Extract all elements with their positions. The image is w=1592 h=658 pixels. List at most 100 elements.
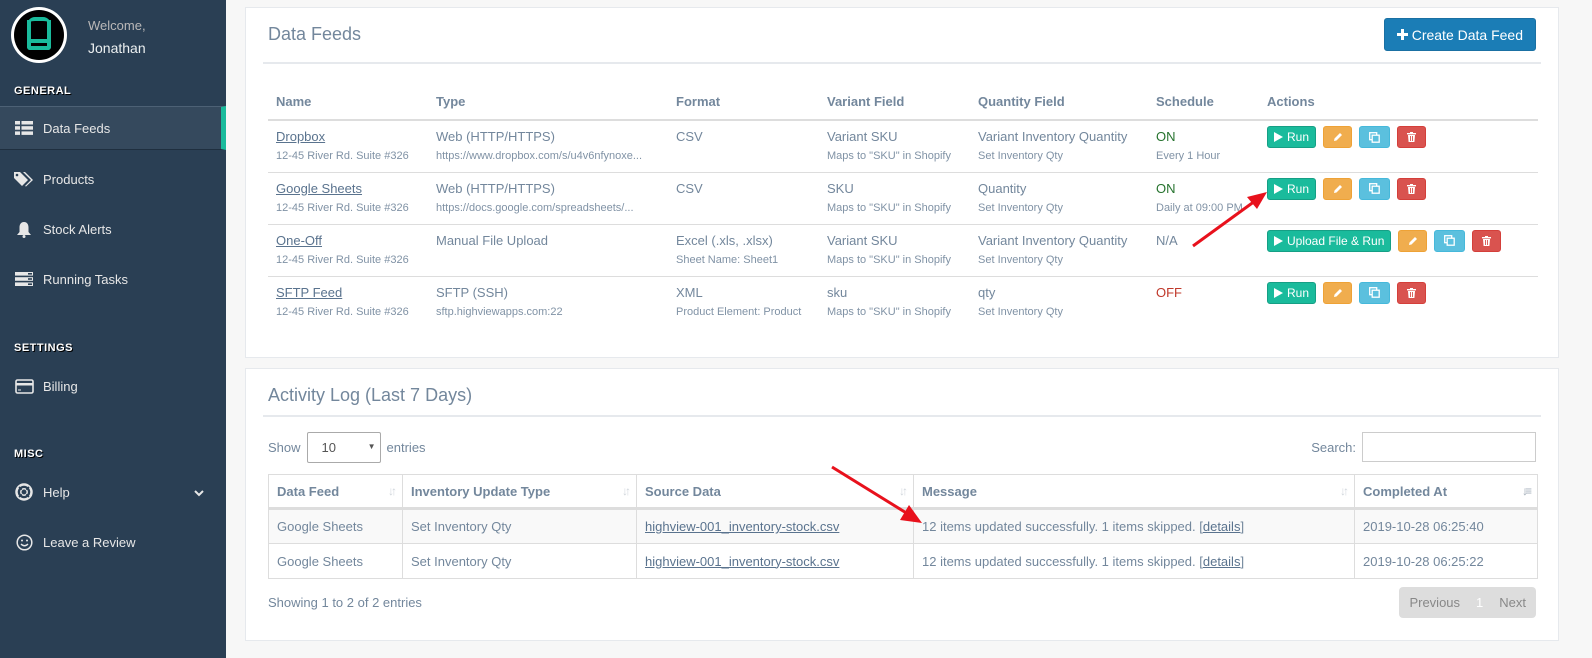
run-label: Run — [1287, 181, 1310, 196]
sidebar-item-label: Data Feeds — [43, 120, 111, 136]
sidebar-item-label: Help — [43, 484, 70, 500]
variant-field: Variant SKU — [827, 129, 898, 144]
column-header-update-type[interactable]: Inventory Update Type ↓↑ — [402, 474, 637, 510]
feed-address: 12-45 River Rd. Suite #326 — [276, 201, 409, 214]
cell-update-type: Set Inventory Qty — [402, 543, 637, 579]
entries-label: entries — [386, 440, 426, 455]
cell-format: XML Product Element: Product — [668, 276, 819, 328]
duplicate-button[interactable] — [1359, 177, 1391, 200]
sidebar-item-billing[interactable]: Billing — [0, 364, 226, 408]
column-header-message[interactable]: Message ↓↑ — [913, 474, 1355, 510]
column-header-data-feed[interactable]: Data Feed ↓↑ — [268, 474, 403, 510]
cell-format: CSV — [668, 172, 819, 225]
delete-button[interactable] — [1397, 177, 1427, 200]
quantity-field: Variant Inventory Quantity — [978, 232, 1128, 248]
cell-actions: Run — [1259, 276, 1538, 328]
data-feeds-panel: Data Feeds Create Data Feed Name Type Fo… — [245, 7, 1559, 358]
schedule-status: OFF — [1156, 284, 1182, 300]
variant-field: SKU — [827, 180, 854, 196]
duplicate-button[interactable] — [1359, 281, 1391, 304]
play-icon — [1274, 287, 1283, 298]
run-button[interactable]: Run — [1267, 177, 1317, 200]
search-label: Search: — [1311, 439, 1356, 455]
username: Jonathan — [88, 40, 146, 56]
page-1-button[interactable]: 1 — [1476, 595, 1483, 610]
showing-entries-text: Showing 1 to 2 of 2 entries — [268, 595, 422, 610]
run-button[interactable]: Run — [1267, 126, 1317, 148]
feed-name-link[interactable]: Google Sheets — [276, 180, 420, 197]
cell-name: Dropbox 12-45 River Rd. Suite #326 — [268, 120, 428, 173]
sidebar: Welcome, Jonathan GENERAL Data Feeds Pro… — [0, 0, 226, 658]
edit-button[interactable] — [1323, 281, 1353, 304]
sort-desc-icon: ↓≡ — [1521, 484, 1532, 498]
chevron-down-icon[interactable] — [194, 485, 204, 500]
caret-down-icon: ▼ — [367, 442, 376, 451]
sidebar-item-products[interactable]: Products — [0, 157, 226, 201]
column-header-completed-at[interactable]: Completed At ↓≡ — [1354, 474, 1538, 510]
feed-format: XML — [676, 284, 703, 300]
pencil-icon — [1333, 132, 1343, 142]
sidebar-item-leave-review[interactable]: Leave a Review — [0, 520, 226, 564]
trash-icon — [1482, 235, 1492, 246]
feed-type-detail: https://docs.google.com/spreadsheets/... — [436, 201, 634, 214]
create-data-feed-button[interactable]: Create Data Feed — [1383, 18, 1536, 51]
feed-type-detail: https://www.dropbox.com/s/u4v6nfynoxe... — [436, 150, 643, 162]
column-label: Message — [922, 483, 977, 499]
variant-field: sku — [827, 284, 848, 300]
next-button[interactable]: Next — [1499, 595, 1526, 610]
bell-icon — [14, 221, 34, 238]
sidebar-item-help[interactable]: Help — [0, 470, 226, 514]
source-file-link[interactable]: highview-001_inventory-stock.csv — [645, 519, 839, 534]
duplicate-button[interactable] — [1434, 229, 1466, 252]
edit-button[interactable] — [1398, 229, 1428, 252]
copy-icon — [1369, 287, 1380, 298]
delete-button[interactable] — [1472, 229, 1502, 252]
sidebar-item-label: Products — [43, 171, 95, 187]
row-actions: Run — [1267, 281, 1530, 304]
edit-button[interactable] — [1323, 177, 1353, 200]
search-input[interactable] — [1362, 432, 1536, 462]
delete-button[interactable] — [1397, 126, 1427, 148]
feed-name-link[interactable]: SFTP Feed — [276, 284, 420, 301]
details-link[interactable]: details — [1203, 554, 1241, 569]
run-button[interactable]: Run — [1267, 281, 1317, 304]
cell-name: Google Sheets 12-45 River Rd. Suite #326 — [268, 172, 428, 225]
cell-type: SFTP (SSH) sftp.highviewapps.com:22 — [428, 276, 668, 328]
sidebar-item-stock-alerts[interactable]: Stock Alerts — [0, 207, 226, 251]
delete-button[interactable] — [1397, 281, 1427, 304]
sidebar-item-running-tasks[interactable]: Running Tasks — [0, 257, 226, 301]
previous-button[interactable]: Previous — [1409, 595, 1460, 610]
feed-format: CSV — [676, 129, 703, 144]
cell-quantity: qty Set Inventory Qty — [970, 276, 1148, 328]
duplicate-button[interactable] — [1359, 126, 1391, 148]
activity-log-panel: Activity Log (Last 7 Days) Show 10 ▼ ent… — [245, 368, 1559, 641]
column-header-source-data[interactable]: Source Data ↓↑ — [636, 474, 914, 510]
sidebar-item-label: Leave a Review — [43, 534, 136, 550]
table-row: Google Sheets 12-45 River Rd. Suite #326… — [268, 172, 1538, 225]
cell-actions: Run — [1259, 172, 1538, 225]
feed-format: CSV — [676, 180, 703, 196]
details-link[interactable]: details — [1203, 519, 1241, 534]
cell-type: Manual File Upload — [428, 224, 668, 277]
cell-data-feed: Google Sheets — [268, 508, 403, 544]
cell-schedule: N/A — [1148, 224, 1259, 277]
run-label: Upload File & Run — [1287, 233, 1385, 248]
edit-button[interactable] — [1323, 126, 1353, 148]
feed-name-link[interactable]: One-Off — [276, 232, 420, 249]
run-button[interactable]: Upload File & Run — [1267, 229, 1392, 252]
cell-name: SFTP Feed 12-45 River Rd. Suite #326 — [268, 276, 428, 328]
page-size-select[interactable]: 10 ▼ — [306, 432, 381, 463]
create-data-feed-label: Create Data Feed — [1411, 26, 1523, 43]
source-file-link[interactable]: highview-001_inventory-stock.csv — [645, 554, 839, 569]
variant-field-detail: Maps to "SKU" in Shopify — [827, 150, 951, 162]
sidebar-item-data-feeds[interactable]: Data Feeds — [0, 106, 226, 150]
cell-type: Web (HTTP/HTTPS) https://www.dropbox.com… — [428, 120, 668, 173]
trash-icon — [1407, 183, 1417, 194]
divider — [263, 415, 1541, 417]
copy-icon — [1444, 235, 1456, 246]
table-row: SFTP Feed 12-45 River Rd. Suite #326 SFT… — [268, 276, 1538, 328]
feed-type-detail: sftp.highviewapps.com:22 — [436, 305, 563, 318]
feed-name-link[interactable]: Dropbox — [276, 128, 420, 145]
show-label: Show — [268, 440, 301, 455]
schedule-detail: Daily at 09:00 PM — [1156, 201, 1243, 214]
